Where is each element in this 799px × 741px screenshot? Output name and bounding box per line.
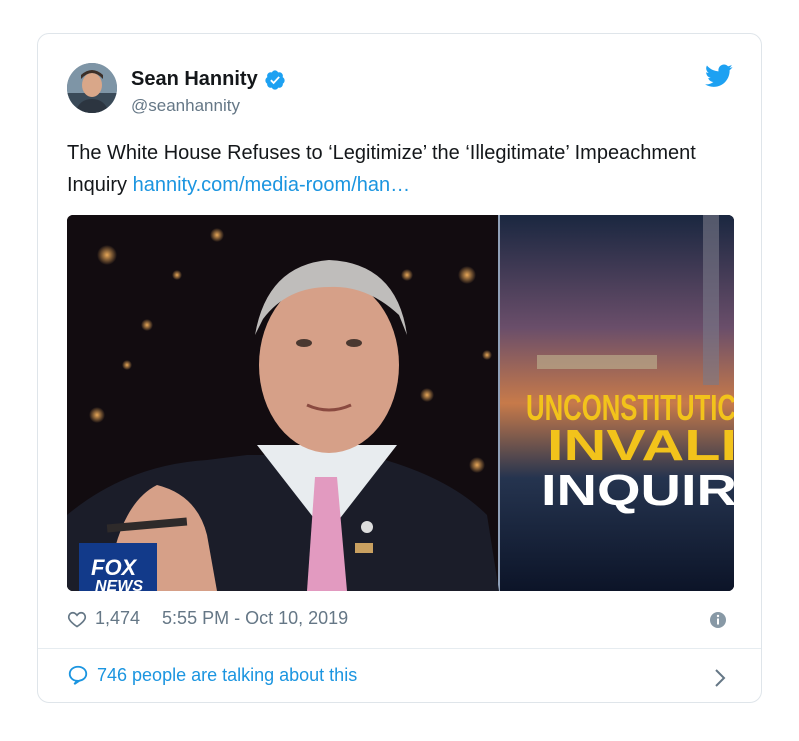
chevron-right-icon[interactable] <box>713 667 727 689</box>
tweet-meta-row: 1,474 5:55 PM - Oct 10, 2019 <box>67 608 348 629</box>
twitter-bird-icon[interactable] <box>705 64 733 88</box>
heart-icon[interactable] <box>67 609 87 629</box>
talking-about-text: 746 people are talking about this <box>97 664 358 685</box>
talking-about-link[interactable]: 746 people are talking about this <box>67 664 357 686</box>
tweet-text: The White House Refuses to ‘Legitimize’ … <box>67 137 727 201</box>
tweet-media-image[interactable]: FOX NEWS UNCONSTITUTIC INVALI INQUIR <box>67 215 734 591</box>
chyron-line-2: INVALI <box>547 421 734 470</box>
tweet-timestamp[interactable]: 5:55 PM - Oct 10, 2019 <box>162 608 348 629</box>
fox-logo-text: FOX <box>91 555 138 580</box>
news-logo-text: NEWS <box>95 578 143 591</box>
fox-news-logo: FOX NEWS <box>79 543 157 591</box>
like-count[interactable]: 1,474 <box>95 608 140 629</box>
divider <box>38 648 761 649</box>
chyron-line-3: INQUIR <box>541 466 734 515</box>
author-handle[interactable]: @seanhannity <box>131 96 240 116</box>
verified-badge-icon <box>265 69 285 90</box>
speech-bubble-icon <box>68 665 88 685</box>
author-display-name[interactable]: Sean Hannity <box>131 68 258 91</box>
avatar[interactable] <box>67 63 117 113</box>
tweet-card: Sean Hannity @seanhannity The White Hous… <box>37 33 762 703</box>
info-icon[interactable] <box>709 611 727 629</box>
author-name-row: Sean Hannity <box>131 68 286 91</box>
tweet-link[interactable]: hannity.com/media-room/han… <box>133 174 411 196</box>
